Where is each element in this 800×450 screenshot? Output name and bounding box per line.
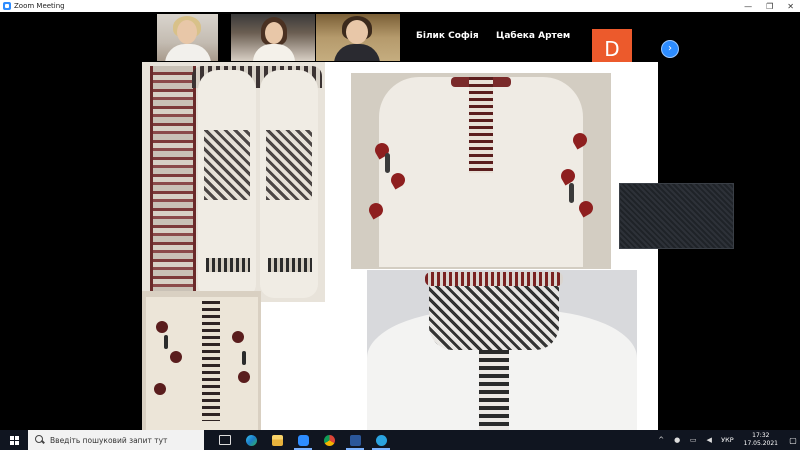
chevron-up-icon[interactable]: ^ <box>656 435 666 445</box>
taskbar-search-box[interactable]: Введіть пошуковий запит тут <box>28 430 204 450</box>
close-button[interactable]: ✕ <box>787 2 794 11</box>
system-tray: ^ ● ▭ ◀ УКР 17:32 17.05.2021 ▢ <box>653 430 800 450</box>
window-title: Zoom Meeting <box>14 2 65 10</box>
taskbar-apps <box>212 430 394 450</box>
participant-video-tile[interactable] <box>157 14 218 61</box>
chevron-right-icon: › <box>668 43 672 54</box>
window-titlebar: Zoom Meeting — ❐ ✕ <box>0 0 800 12</box>
embroidered-shirt-photo <box>142 62 325 302</box>
participant-name[interactable]: Білик Софія <box>416 24 479 48</box>
file-explorer-icon[interactable] <box>264 430 290 450</box>
minimize-button[interactable]: — <box>744 2 752 11</box>
taskbar-clock[interactable]: 17:32 17.05.2021 <box>744 432 778 448</box>
zoom-app-icon <box>3 2 11 10</box>
task-view-icon[interactable] <box>212 430 238 450</box>
clock-time: 17:32 <box>752 432 770 439</box>
participant-gallery: Білик Софія Цабека Артем D › <box>0 12 800 69</box>
windows-taskbar: Введіть пошуковий запит тут ^ ● ▭ ◀ УКР <box>0 430 800 450</box>
floating-video-thumbnail[interactable] <box>619 183 734 249</box>
telegram-icon[interactable] <box>368 430 394 450</box>
word-icon[interactable] <box>342 430 368 450</box>
window-controls: — ❐ ✕ <box>744 0 794 12</box>
next-page-button[interactable]: › <box>661 40 679 58</box>
zoom-taskbar-icon[interactable] <box>290 430 316 450</box>
participant-video-tile[interactable] <box>316 14 400 61</box>
notifications-icon[interactable]: ▢ <box>786 430 800 450</box>
volume-icon[interactable]: ◀ <box>704 435 714 445</box>
embroidered-shirt-photo <box>142 291 261 430</box>
search-placeholder: Введіть пошуковий запит тут <box>50 435 168 445</box>
edge-icon[interactable] <box>238 430 264 450</box>
embroidered-shirt-photo <box>351 73 611 269</box>
clock-date: 17.05.2021 <box>743 440 778 447</box>
start-button[interactable] <box>0 430 28 450</box>
language-indicator[interactable]: УКР <box>721 436 734 444</box>
search-icon <box>34 434 46 446</box>
participant-name[interactable]: Цабека Артем <box>496 24 570 48</box>
maximize-button[interactable]: ❐ <box>766 2 773 11</box>
network-icon[interactable]: ▭ <box>688 435 698 445</box>
chrome-icon[interactable] <box>316 430 342 450</box>
embroidered-shirt-photo <box>367 270 637 430</box>
participant-video-tile[interactable] <box>231 14 315 61</box>
windows-logo-icon <box>9 435 19 445</box>
microphone-icon[interactable]: ● <box>672 435 682 445</box>
